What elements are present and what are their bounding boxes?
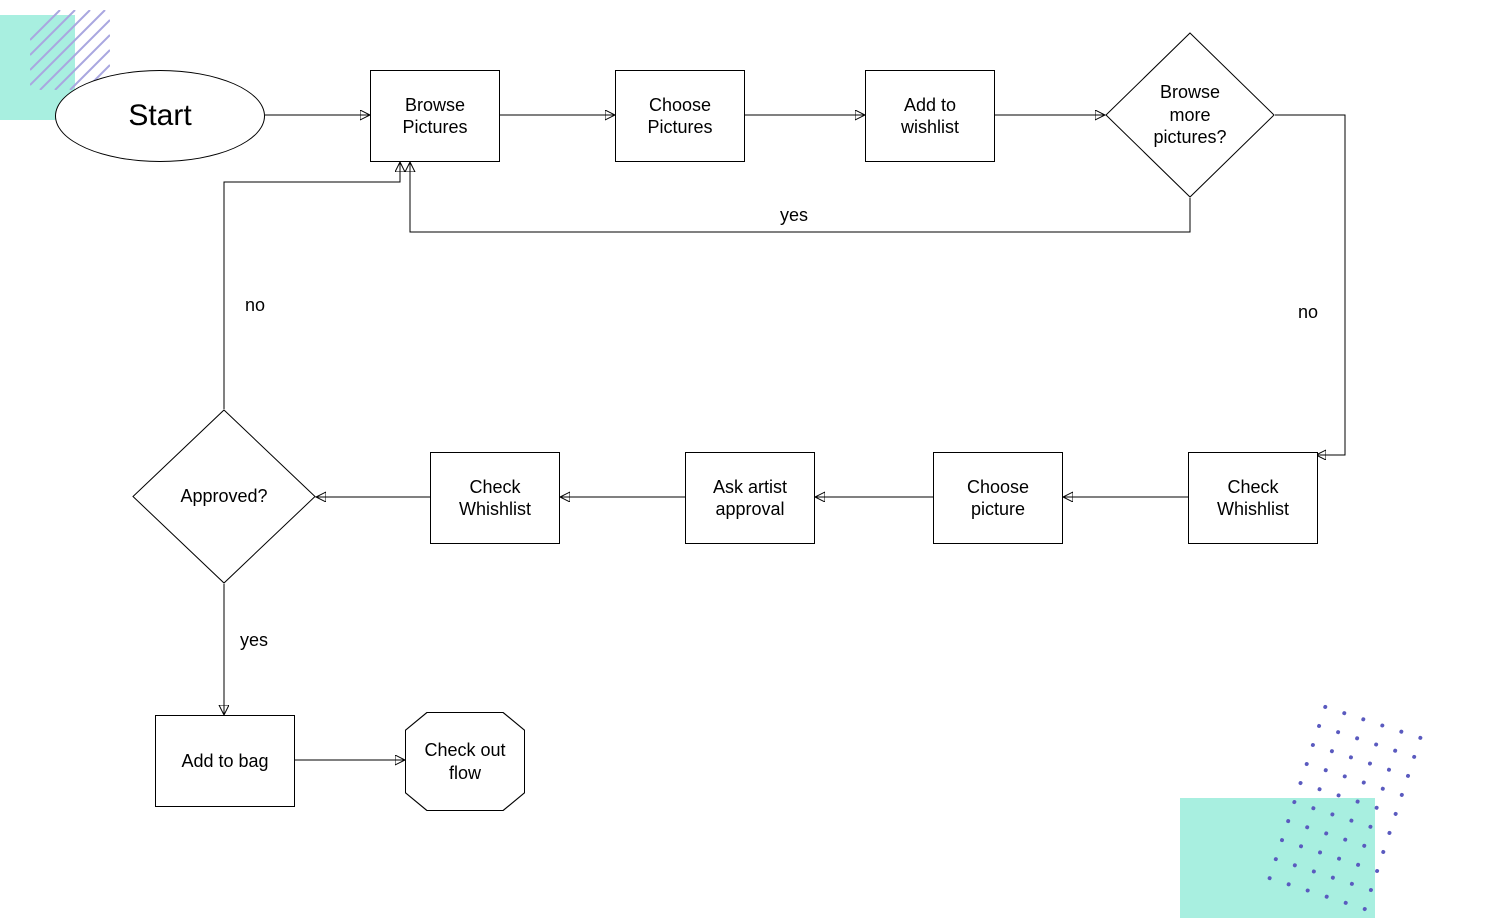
node-add-to-wishlist-label: Add to wishlist	[901, 94, 959, 139]
node-checkout-flow: Check out flow	[405, 712, 525, 811]
node-start: Start	[55, 70, 265, 162]
node-check-wishlist-1: Check Whishlist	[1188, 452, 1318, 544]
node-choose-picture-label: Choose picture	[967, 476, 1029, 521]
node-choose-picture: Choose picture	[933, 452, 1063, 544]
edge-label-approved-no: no	[245, 295, 265, 316]
node-approved-label: Approved?	[180, 485, 267, 508]
node-ask-artist-approval-label: Ask artist approval	[713, 476, 787, 521]
node-browse-more-label: Browse more pictures?	[1153, 81, 1226, 149]
node-ask-artist-approval: Ask artist approval	[685, 452, 815, 544]
edge-label-browse-more-yes: yes	[780, 205, 808, 226]
node-start-label: Start	[128, 97, 191, 135]
edge-label-approved-yes: yes	[240, 630, 268, 651]
flowchart-canvas: Start Browse Pictures Choose Pictures Ad…	[0, 0, 1500, 918]
node-check-wishlist-2-label: Check Whishlist	[459, 476, 531, 521]
node-add-to-wishlist: Add to wishlist	[865, 70, 995, 162]
edge-label-browse-more-no: no	[1298, 302, 1318, 323]
node-check-wishlist-1-label: Check Whishlist	[1217, 476, 1289, 521]
node-check-wishlist-2: Check Whishlist	[430, 452, 560, 544]
node-choose-pictures: Choose Pictures	[615, 70, 745, 162]
node-approved-decision: Approved?	[132, 409, 316, 584]
node-choose-pictures-label: Choose Pictures	[647, 94, 712, 139]
node-browse-more-decision: Browse more pictures?	[1105, 32, 1275, 198]
node-add-to-bag-label: Add to bag	[181, 750, 268, 773]
node-add-to-bag: Add to bag	[155, 715, 295, 807]
node-browse-pictures-label: Browse Pictures	[402, 94, 467, 139]
node-browse-pictures: Browse Pictures	[370, 70, 500, 162]
node-checkout-flow-label: Check out flow	[424, 739, 505, 784]
